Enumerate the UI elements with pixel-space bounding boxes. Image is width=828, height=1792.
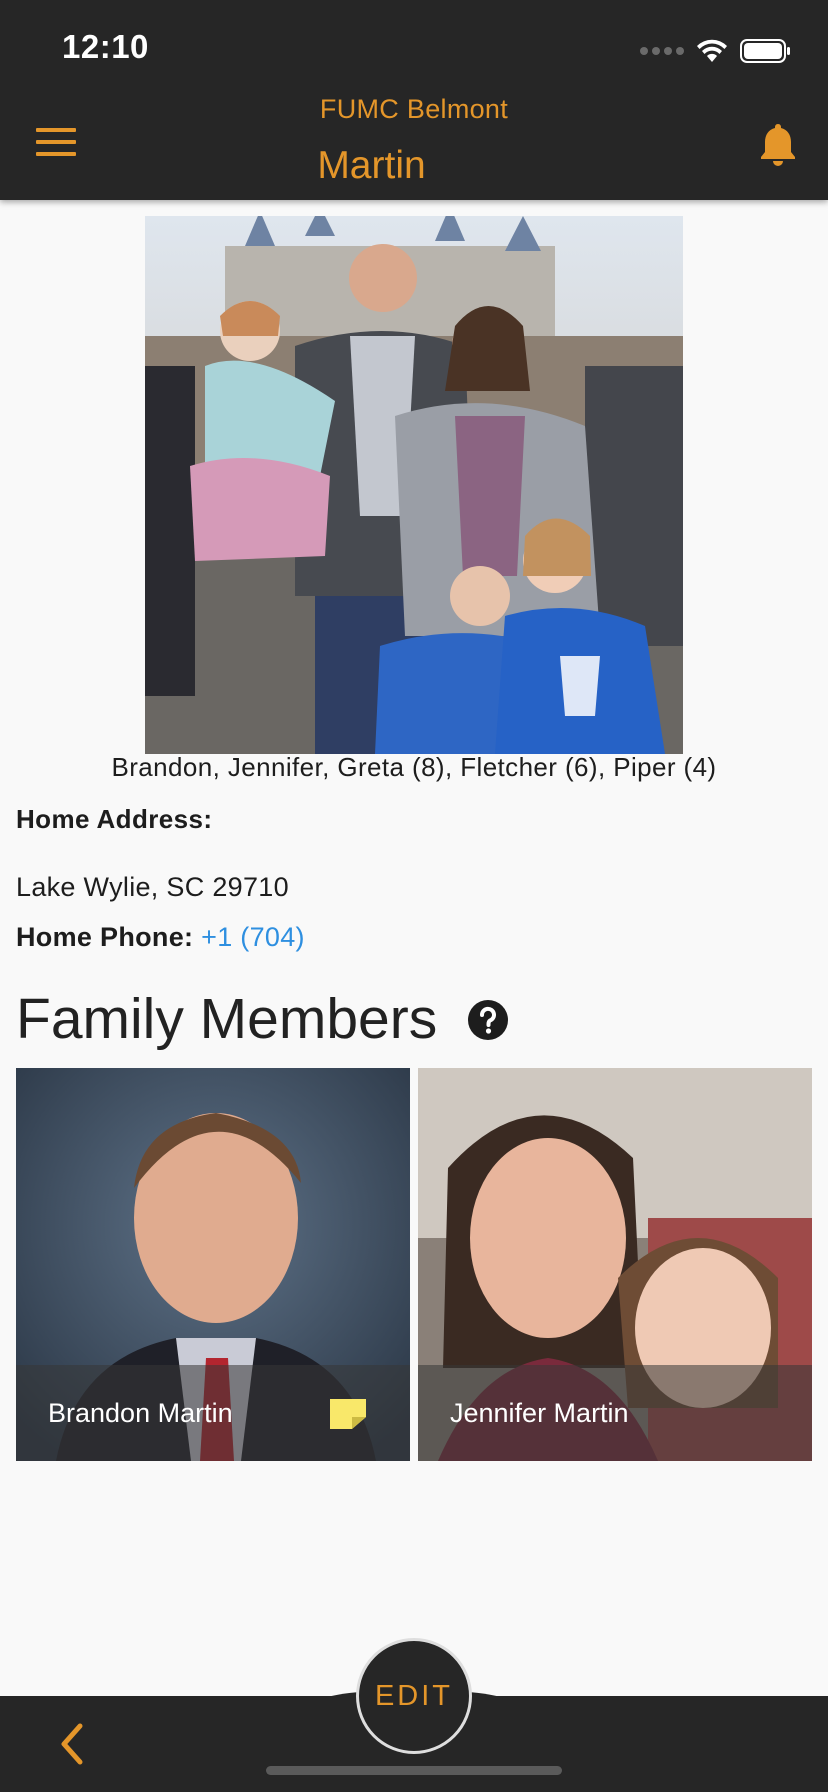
member-card-jennifer[interactable]: Jennifer Martin: [418, 1068, 812, 1461]
home-address-label: Home Address:: [16, 804, 213, 834]
back-chevron-icon[interactable]: [56, 1720, 88, 1768]
family-photo: [145, 216, 683, 754]
edit-button[interactable]: EDIT: [356, 1638, 472, 1754]
org-name: FUMC Belmont: [319, 94, 509, 124]
menu-icon: [36, 128, 76, 132]
family-members-title: Family Members: [16, 987, 438, 1051]
battery-icon: [740, 39, 790, 63]
top-app-bar: 12:10 FUMC Belmont Martin: [0, 0, 828, 200]
member-name: Brandon Martin: [48, 1398, 233, 1428]
cellular-signal-icon: [640, 47, 684, 55]
notifications-button[interactable]: [758, 120, 798, 168]
home-phone-row: Home Phone: +1 (704): [16, 922, 305, 953]
wifi-icon: [697, 39, 727, 62]
home-indicator: [266, 1766, 562, 1775]
help-icon[interactable]: [468, 1000, 508, 1040]
bell-icon: [761, 124, 795, 166]
family-caption: Brandon, Jennifer, Greta (8), Fletcher (…: [111, 752, 717, 782]
home-phone-link[interactable]: +1 (704): [201, 922, 305, 952]
member-name: Jennifer Martin: [450, 1398, 629, 1428]
status-icons: [640, 34, 792, 68]
home-address-value[interactable]: Lake Wylie, SC 29710: [16, 872, 289, 903]
status-time: 12:10: [62, 28, 149, 65]
page-title: Martin: [317, 144, 426, 187]
member-card-brandon[interactable]: Brandon Martin: [16, 1068, 410, 1461]
note-icon[interactable]: [328, 1397, 368, 1431]
home-phone-label: Home Phone:: [16, 922, 194, 952]
